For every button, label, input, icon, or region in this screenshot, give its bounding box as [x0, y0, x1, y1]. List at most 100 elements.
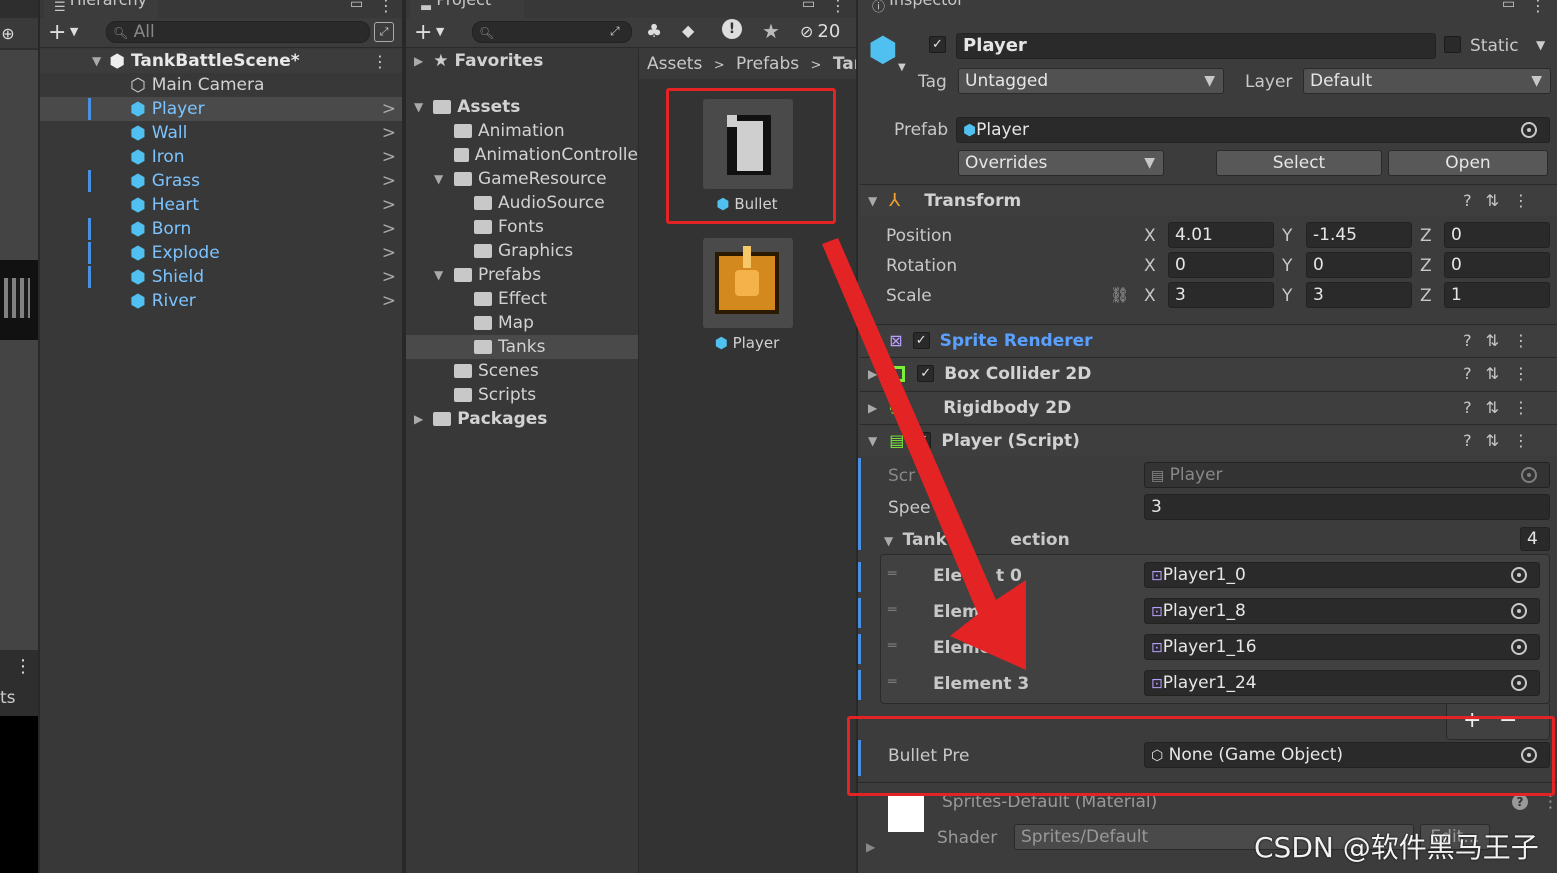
object-picker-icon[interactable]	[1511, 675, 1527, 691]
scale-z-input[interactable]: 1	[1444, 282, 1550, 308]
assets-row[interactable]: ▼ Assets	[406, 95, 638, 119]
expand-arrow-icon[interactable]: ▼	[434, 172, 443, 186]
panel-menu-icon[interactable]: ⋮	[830, 0, 846, 15]
y-axis-label[interactable]: Y	[1282, 256, 1292, 276]
folder-row[interactable]: Scenes	[406, 359, 638, 383]
chevron-right-icon[interactable]: >	[382, 195, 396, 215]
expand-arrow-icon[interactable]: ▼	[434, 268, 443, 282]
chevron-right-icon[interactable]: >	[382, 243, 396, 263]
panel-menu-icon[interactable]: ⋮	[378, 0, 394, 15]
chevron-right-icon[interactable]: >	[382, 267, 396, 287]
x-axis-label[interactable]: X	[1144, 226, 1156, 246]
hierarchy-item[interactable]: ⬢ River >	[40, 289, 402, 313]
position-z-input[interactable]: 0	[1444, 222, 1550, 248]
hierarchy-item[interactable]: ⬢ Grass >	[40, 169, 402, 193]
y-axis-label[interactable]: Y	[1282, 226, 1292, 246]
folder-row[interactable]: AudioSource	[406, 191, 638, 215]
lock-icon[interactable]: ▭	[350, 0, 363, 12]
rotation-z-input[interactable]: 0	[1444, 252, 1550, 278]
scene-view-area[interactable]	[0, 50, 38, 650]
z-axis-label[interactable]: Z	[1420, 226, 1432, 246]
folder-row[interactable]: Animation	[406, 119, 638, 143]
position-y-input[interactable]: -1.45	[1306, 222, 1412, 248]
more-menu-icon[interactable]: ⋮	[14, 656, 32, 677]
material-help-icon[interactable]: ?	[1512, 794, 1528, 810]
folder-row[interactable]: Map	[406, 311, 638, 335]
overrides-dropdown[interactable]: Overrides ▼	[958, 150, 1164, 176]
tag-dropdown[interactable]: Untagged ▼	[958, 68, 1224, 94]
hierarchy-item[interactable]: ⬢ Shield >	[40, 265, 402, 289]
chevron-right-icon[interactable]: >	[382, 147, 396, 167]
chevron-right-icon[interactable]: >	[382, 291, 396, 311]
active-checkbox[interactable]: ✓	[929, 36, 946, 53]
folder-row[interactable]: Scripts	[406, 383, 638, 407]
select-button[interactable]: Select	[1216, 150, 1382, 176]
filter-type-icon[interactable]: ♣	[646, 21, 662, 42]
material-preview[interactable]	[888, 796, 924, 832]
x-axis-label[interactable]: X	[1144, 256, 1156, 276]
packages-row[interactable]: ▶ Packages	[406, 407, 638, 431]
position-x-input[interactable]: 4.01	[1168, 222, 1274, 248]
asset-player[interactable]: ⬢ Player	[699, 238, 795, 358]
tab-project[interactable]: ▬ Project	[410, 0, 524, 18]
chevron-right-icon[interactable]: >	[382, 99, 396, 119]
create-button[interactable]: + ▼	[48, 20, 78, 45]
hierarchy-item[interactable]: ⬢ Wall >	[40, 121, 402, 145]
component-header-icons[interactable]: ?⇅⋮	[1463, 364, 1543, 383]
hierarchy-search-input[interactable]: 🔍︎ All	[106, 21, 370, 43]
transform-header[interactable]: ▼ ⅄ Transform ?⇅⋮	[860, 184, 1557, 216]
tank-list-size[interactable]: 4	[1520, 527, 1550, 551]
expand-arrow-icon[interactable]: ▼	[414, 100, 423, 114]
warning-icon[interactable]: !	[722, 19, 742, 39]
scene-visibility-icon[interactable]: ⤢	[374, 22, 394, 42]
panel-menu-icon[interactable]: ⋮	[1530, 0, 1546, 15]
folder-row[interactable]: ▼ Prefabs	[406, 263, 638, 287]
scale-y-input[interactable]: 3	[1306, 282, 1412, 308]
expand-arrow-icon[interactable]: ▶	[414, 54, 423, 68]
sprite-object-field[interactable]: ⊡Player1_16	[1144, 634, 1540, 660]
folder-row[interactable]: Effect	[406, 287, 638, 311]
folder-row[interactable]: Tanks	[406, 335, 638, 359]
sprite-object-field[interactable]: ⊡Player1_8	[1144, 598, 1540, 624]
scene-row[interactable]: ▼ ⬢ TankBattleScene* ⋮	[40, 49, 402, 73]
hierarchy-item[interactable]: ⬢ Player >	[40, 97, 402, 121]
sprite-object-field[interactable]: ⊡Player1_0	[1144, 562, 1540, 588]
hierarchy-item[interactable]: ⬢ Heart >	[40, 193, 402, 217]
folder-row[interactable]: Graphics	[406, 239, 638, 263]
project-search-input[interactable]: 🔍︎	[472, 21, 632, 43]
component-header-icons[interactable]: ?⇅⋮	[1463, 398, 1543, 417]
favorite-star-icon[interactable]: ★	[762, 19, 780, 43]
rotation-y-input[interactable]: 0	[1306, 252, 1412, 278]
prefab-field[interactable]: ⬢Player	[956, 117, 1550, 143]
breadcrumb-prefabs[interactable]: Prefabs	[736, 54, 799, 74]
create-button[interactable]: + ▼	[414, 20, 444, 45]
component-header-icons[interactable]: ?⇅⋮	[1463, 331, 1543, 350]
z-axis-label[interactable]: Z	[1420, 286, 1432, 306]
object-name-field[interactable]: Player	[956, 33, 1436, 59]
object-picker-icon[interactable]	[1521, 122, 1537, 138]
y-axis-label[interactable]: Y	[1282, 286, 1292, 306]
rotation-x-input[interactable]: 0	[1168, 252, 1274, 278]
favorites-row[interactable]: ▶ ★ Favorites	[406, 49, 638, 73]
label-icon[interactable]: ◆	[682, 21, 694, 40]
breadcrumb-tanks[interactable]: Tan	[833, 54, 856, 74]
sprite-object-field[interactable]: ⊡Player1_24	[1144, 670, 1540, 696]
chevron-right-icon[interactable]: >	[382, 171, 396, 191]
x-axis-label[interactable]: X	[1144, 286, 1156, 306]
lock-icon[interactable]: ▭	[1502, 0, 1515, 12]
constrain-proportions-icon[interactable]: ⛓	[1110, 286, 1129, 304]
hierarchy-item[interactable]: ⬡ Main Camera	[40, 73, 402, 97]
globe-icon[interactable]: ⊕	[0, 24, 16, 43]
component-header-icons[interactable]: ?⇅⋮	[1463, 191, 1543, 210]
folder-row[interactable]: ▼ GameResource	[406, 167, 638, 191]
chevron-right-icon[interactable]: >	[382, 219, 396, 239]
component-header-icons[interactable]: ?⇅⋮	[1463, 431, 1543, 450]
cube-dropdown-icon[interactable]: ▼	[898, 62, 906, 73]
foldout-arrow-icon[interactable]: ▼	[868, 194, 877, 208]
scene-menu-icon[interactable]: ⋮	[372, 52, 388, 71]
material-foldout-icon[interactable]: ▶	[866, 840, 875, 854]
static-checkbox[interactable]	[1444, 36, 1461, 53]
open-button[interactable]: Open	[1388, 150, 1548, 176]
hidden-packages-icon[interactable]: ⊘ 20	[800, 21, 840, 42]
bottom-tab-fragment[interactable]: ts	[0, 688, 16, 708]
